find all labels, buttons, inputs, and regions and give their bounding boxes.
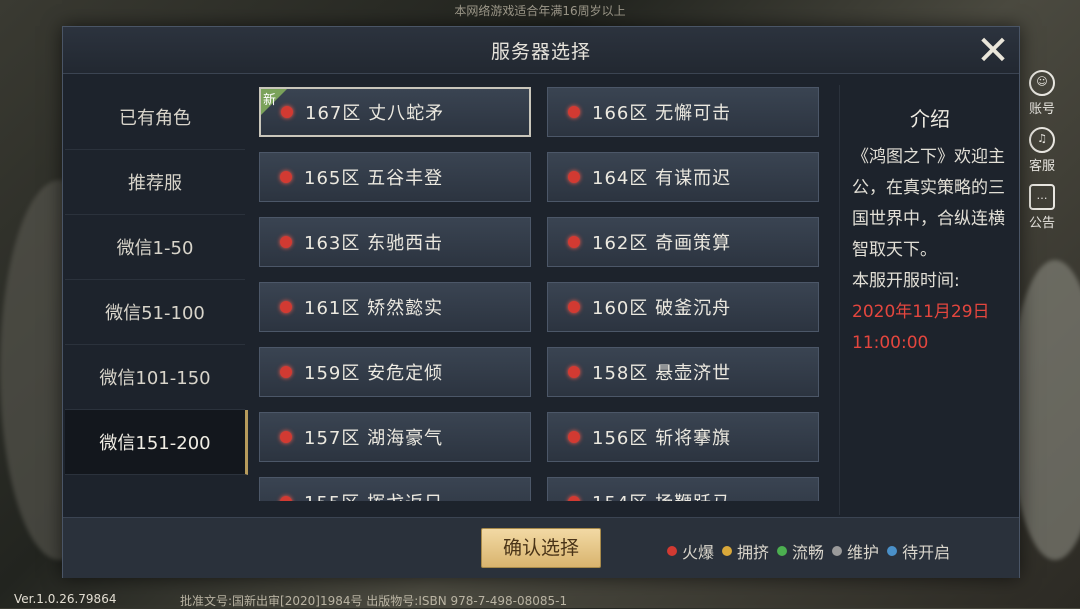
announcement-button[interactable]: … 公告 — [1012, 184, 1072, 231]
sidebar-item-label: 推荐服 — [128, 173, 182, 194]
account-icon: ☺ — [1029, 70, 1055, 96]
legend-hot: 火爆 — [667, 539, 714, 563]
status-crowded-icon — [722, 546, 733, 556]
open-time-value: 2020年11月29日 11:00:00 — [852, 302, 990, 353]
account-button[interactable]: ☺ 账号 — [1012, 70, 1072, 117]
server-name: 164区 有谋而迟 — [592, 168, 732, 189]
status-hot-icon — [280, 171, 292, 183]
status-maintenance-icon — [832, 546, 843, 556]
status-hot-icon — [280, 236, 292, 248]
customer-service-button[interactable]: ♫ 客服 — [1012, 127, 1072, 174]
server-name: 167区 丈八蛇矛 — [305, 103, 445, 124]
server-item-161[interactable]: 161区 矫然懿实 — [259, 282, 531, 332]
server-item-155[interactable]: 155区 挥戈返日 — [259, 477, 531, 501]
server-item-154[interactable]: 154区 扬鞭跃马 — [547, 477, 819, 501]
server-item-165[interactable]: 165区 五谷丰登 — [259, 152, 531, 202]
server-name: 163区 东驰西击 — [304, 233, 444, 254]
sidebar-item-label: 微信101-150 — [99, 368, 211, 389]
legend-label: 待开启 — [902, 543, 951, 562]
server-item-159[interactable]: 159区 安危定倾 — [259, 347, 531, 397]
sidebar-item-existing-roles[interactable]: 已有角色 — [65, 85, 245, 150]
server-item-160[interactable]: 160区 破釜沉舟 — [547, 282, 819, 332]
server-item-156[interactable]: 156区 斩将搴旗 — [547, 412, 819, 462]
legend-label: 拥挤 — [737, 543, 770, 562]
legend-label: 流畅 — [792, 543, 825, 562]
announcement-label: 公告 — [1028, 216, 1055, 231]
server-name: 158区 悬壶济世 — [592, 363, 732, 384]
status-hot-icon — [667, 546, 677, 556]
info-description: 《鸿图之下》欢迎主公，在真实策略的三国世界中，合纵连横智取天下。 — [852, 147, 1005, 260]
new-badge-label: 新 — [263, 93, 277, 108]
panel-footer: 确认选择 火爆 拥挤 流畅 维护 待开启 — [63, 517, 1019, 578]
sidebar-item-label: 微信151-200 — [99, 433, 211, 454]
status-hot-icon — [568, 301, 580, 313]
server-item-158[interactable]: 158区 悬壶济世 — [547, 347, 819, 397]
server-name: 157区 湖海豪气 — [304, 428, 444, 449]
status-hot-icon — [280, 496, 292, 501]
customer-service-label: 客服 — [1028, 159, 1055, 174]
status-hot-icon — [280, 366, 292, 378]
status-hot-icon — [568, 431, 580, 443]
headset-icon: ♫ — [1029, 127, 1055, 153]
health-notice: 本网络游戏适合年满16周岁以上 — [454, 4, 626, 18]
server-info-panel: 介绍 《鸿图之下》欢迎主公，在真实策略的三国世界中，合纵连横智取天下。 本服开服… — [839, 85, 1020, 515]
status-hot-icon — [568, 366, 580, 378]
server-name: 154区 扬鞭跃马 — [592, 489, 731, 501]
status-hot-icon — [568, 236, 580, 248]
server-item-167[interactable]: 新 167区 丈八蛇矛 — [259, 87, 531, 137]
chat-icon: … — [1029, 184, 1055, 210]
server-item-157[interactable]: 157区 湖海豪气 — [259, 412, 531, 462]
server-group-sidebar: 已有角色 推荐服 微信1-50 微信51-100 微信101-150 微信151… — [65, 85, 248, 515]
server-item-163[interactable]: 163区 东驰西击 — [259, 217, 531, 267]
version-label: Ver.1.0.26.79864 — [14, 592, 117, 606]
close-button[interactable]: ✕ — [973, 31, 1013, 71]
background-figure-right — [1010, 260, 1080, 560]
status-pending-icon — [887, 546, 898, 556]
server-name: 160区 破釜沉舟 — [592, 298, 732, 319]
server-name: 166区 无懈可击 — [592, 103, 732, 124]
legend-label: 火爆 — [682, 543, 715, 562]
legend-maintenance: 维护 — [832, 539, 879, 563]
sidebar-item-wechat-151-200[interactable]: 微信151-200 — [65, 410, 248, 475]
panel-header: 服务器选择 ✕ — [63, 27, 1019, 74]
account-label: 账号 — [1028, 102, 1055, 117]
status-legend: 火爆 拥挤 流畅 维护 待开启 — [667, 539, 950, 563]
server-item-166[interactable]: 166区 无懈可击 — [547, 87, 819, 137]
server-name: 155区 挥戈返日 — [304, 489, 443, 501]
server-name: 161区 矫然懿实 — [304, 298, 444, 319]
server-name: 165区 五谷丰登 — [304, 168, 444, 189]
server-item-164[interactable]: 164区 有谋而迟 — [547, 152, 819, 202]
sidebar-item-wechat-51-100[interactable]: 微信51-100 — [65, 280, 245, 345]
status-hot-icon — [280, 431, 292, 443]
license-footer: 批准文号:国新出审[2020]1984号 出版物号:ISBN 978-7-498… — [180, 594, 568, 608]
right-side-menu: ☺ 账号 ♫ 客服 … 公告 — [1012, 40, 1072, 241]
status-hot-icon — [280, 301, 292, 313]
server-item-162[interactable]: 162区 奇画策算 — [547, 217, 819, 267]
legend-label: 维护 — [847, 543, 880, 562]
server-list[interactable]: 新 167区 丈八蛇矛 166区 无懈可击 165区 五谷丰登 164区 有谋而… — [259, 87, 819, 501]
sidebar-item-wechat-1-50[interactable]: 微信1-50 — [65, 215, 245, 280]
panel-title: 服务器选择 — [490, 41, 591, 63]
info-title: 介绍 — [910, 107, 950, 131]
legend-smooth: 流畅 — [777, 539, 824, 563]
sidebar-item-label: 微信1-50 — [116, 238, 194, 259]
status-hot-icon — [568, 106, 580, 118]
sidebar-item-recommended[interactable]: 推荐服 — [65, 150, 245, 215]
status-hot-icon — [568, 496, 580, 501]
server-name: 156区 斩将搴旗 — [592, 428, 732, 449]
sidebar-item-wechat-101-150[interactable]: 微信101-150 — [65, 345, 245, 410]
server-select-panel: 服务器选择 ✕ 已有角色 推荐服 微信1-50 微信51-100 微信101-1… — [62, 26, 1020, 578]
confirm-select-button[interactable]: 确认选择 — [481, 528, 601, 568]
server-name: 162区 奇画策算 — [592, 233, 732, 254]
server-name: 159区 安危定倾 — [304, 363, 444, 384]
legend-pending: 待开启 — [887, 539, 950, 563]
sidebar-item-label: 微信51-100 — [105, 303, 205, 324]
status-smooth-icon — [777, 546, 788, 556]
close-icon: ✕ — [976, 28, 1010, 74]
status-hot-icon — [568, 171, 580, 183]
legend-crowded: 拥挤 — [722, 539, 769, 563]
sidebar-item-label: 已有角色 — [119, 108, 191, 129]
open-time-label: 本服开服时间: — [852, 271, 960, 291]
